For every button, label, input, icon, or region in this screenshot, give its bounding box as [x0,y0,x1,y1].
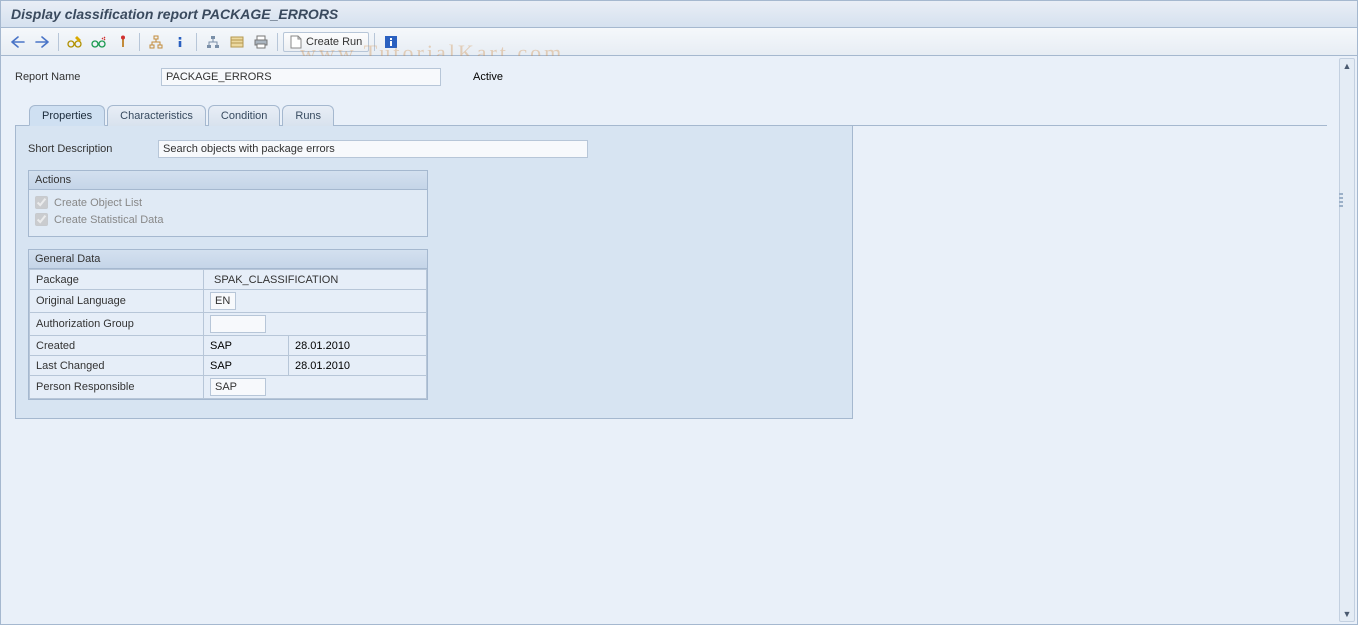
create-object-list-checkbox[interactable]: Create Object List [35,196,421,209]
print-icon [254,35,268,49]
scroll-up-icon[interactable]: ▲ [1340,59,1354,73]
header-row: Report Name PACKAGE_ERRORS Active [15,68,1327,86]
hierarchy-up-icon [149,35,163,49]
content-area: ▲ ▼ Report Name PACKAGE_ERRORS Active Pr… [0,56,1358,625]
forward-button[interactable] [31,32,53,52]
document-icon [290,35,302,49]
glasses-sparkle-icon [91,35,107,49]
title-bar: Display classification report PACKAGE_ER… [0,0,1358,28]
last-changed-label: Last Changed [30,356,204,376]
tab-characteristics[interactable]: Characteristics [107,105,206,126]
table-row: Last Changed SAP 28.01.2010 [30,356,427,376]
table-row: Package SPAK_CLASSIFICATION [30,270,427,290]
tab-condition[interactable]: Condition [208,105,280,126]
created-by-field: SAP [210,340,232,352]
table-row: Created SAP 28.01.2010 [30,336,427,356]
toolbar-separator [374,33,375,51]
print-button[interactable] [250,32,272,52]
toolbar-separator [196,33,197,51]
orig-lang-field[interactable]: EN [210,292,236,310]
actions-groupbox: Actions Create Object List Create Statis… [28,170,428,237]
tab-panel-properties: Short Description Search objects with pa… [15,126,853,419]
orig-lang-label: Original Language [30,290,204,313]
table-row: Authorization Group [30,313,427,336]
toolbar-separator [139,33,140,51]
content-inner: Report Name PACKAGE_ERRORS Active Proper… [1,56,1337,624]
table-row: Person Responsible SAP [30,376,427,399]
scroll-down-icon[interactable]: ▼ [1340,607,1354,621]
other-object-button[interactable] [88,32,110,52]
auth-group-field[interactable] [210,315,266,333]
hierarchy-icon [206,35,220,49]
create-statistical-data-checkbox[interactable]: Create Statistical Data [35,213,421,226]
general-data-title: General Data [29,250,427,269]
create-statistical-data-label: Create Statistical Data [54,214,163,226]
info-icon [173,35,187,49]
report-name-field[interactable]: PACKAGE_ERRORS [161,68,441,86]
arrow-right-icon [35,36,49,48]
matchstick-icon [116,35,130,49]
create-object-list-label: Create Object List [54,197,142,209]
table-row: Original Language EN [30,290,427,313]
active-status: Active [473,71,503,83]
display-change-button[interactable] [64,32,86,52]
page-title: Display classification report PACKAGE_ER… [11,6,338,22]
back-button[interactable] [7,32,29,52]
glasses-pencil-icon [67,35,83,49]
where-used-button[interactable] [145,32,167,52]
info-button[interactable] [169,32,191,52]
vertical-scrollbar[interactable]: ▲ ▼ [1339,58,1355,622]
create-object-list-input [35,196,48,209]
last-changed-on-field: 28.01.2010 [295,360,350,372]
list-window-icon [230,35,244,49]
short-description-row: Short Description Search objects with pa… [28,140,840,158]
documentation-button[interactable] [380,32,402,52]
responsible-field[interactable]: SAP [210,378,266,396]
auth-group-label: Authorization Group [30,313,204,336]
worklist-button[interactable] [226,32,248,52]
toolbar-separator [58,33,59,51]
tabstrip: Properties Characteristics Condition Run… [15,104,1327,126]
toolbar-separator [277,33,278,51]
short-description-field[interactable]: Search objects with package errors [158,140,588,158]
activate-button[interactable] [112,32,134,52]
application-toolbar: Create Run [0,28,1358,56]
create-statistical-data-input [35,213,48,226]
package-field[interactable]: SPAK_CLASSIFICATION [210,274,420,286]
general-data-groupbox: General Data Package SPAK_CLASSIFICATION… [28,249,428,400]
object-list-button[interactable] [202,32,224,52]
responsible-label: Person Responsible [30,376,204,399]
last-changed-by-field: SAP [210,360,232,372]
created-label: Created [30,336,204,356]
report-name-label: Report Name [15,71,155,83]
short-description-label: Short Description [28,143,158,155]
actions-title: Actions [29,171,427,190]
tab-properties[interactable]: Properties [29,105,105,126]
info-box-icon [384,35,398,49]
general-data-table: Package SPAK_CLASSIFICATION Original Lan… [29,269,427,399]
create-run-button[interactable]: Create Run [283,32,369,52]
arrow-left-icon [11,36,25,48]
package-label: Package [30,270,204,290]
tab-runs[interactable]: Runs [282,105,334,126]
splitter-handle[interactable] [1339,180,1345,220]
created-on-field: 28.01.2010 [295,340,350,352]
create-run-label: Create Run [306,36,362,48]
